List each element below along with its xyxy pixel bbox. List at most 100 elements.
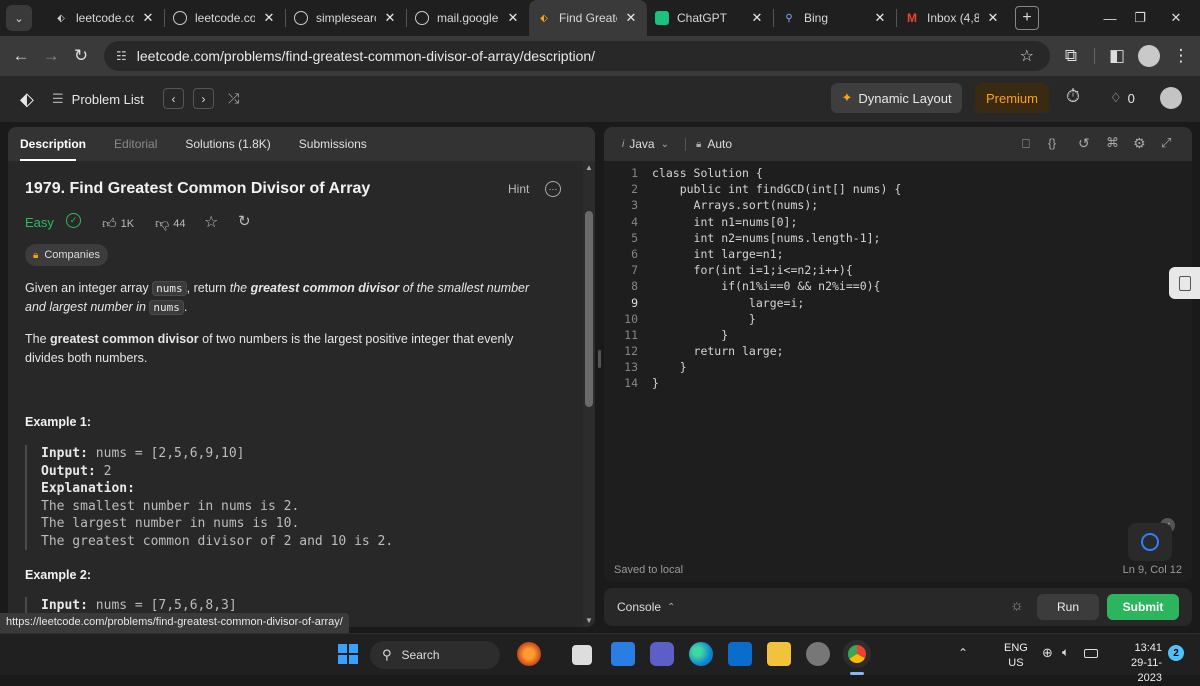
problem-list-button[interactable]: ☰ Problem List	[52, 91, 144, 107]
new-tab-button[interactable]: +	[1015, 6, 1039, 30]
volume-icon[interactable]: 🔈︎	[1062, 645, 1069, 660]
prev-problem-button[interactable]: ‹	[163, 88, 184, 109]
close-icon[interactable]: ✕	[505, 10, 521, 26]
user-avatar[interactable]	[1160, 87, 1182, 109]
back-arrow-icon[interactable]: ←	[6, 41, 36, 71]
clock[interactable]: 13:41 29-11-2023	[1108, 641, 1162, 686]
debug-bug-icon[interactable]: ☼	[1010, 597, 1024, 614]
reload-icon[interactable]: ↻	[66, 41, 96, 71]
companies-tag[interactable]: 🔒︎ Companies	[25, 244, 108, 266]
favorite-star-icon[interactable]: ☆	[204, 212, 218, 232]
bookmark-icon[interactable]: ⎕	[1022, 136, 1030, 152]
restore-icon[interactable]: ❐	[1122, 0, 1158, 36]
description-scrollbar[interactable]: ▲ ▼	[583, 161, 595, 627]
browser-tab-3[interactable]: simplesearch ✕	[286, 0, 406, 36]
code-line: 2 public int findGCD(int[] nums) {	[631, 182, 902, 197]
close-icon[interactable]: ✕	[382, 10, 398, 26]
code-line: 7 for(int i=1;i<=n2;i++){	[631, 263, 853, 278]
task-view-icon[interactable]	[572, 645, 592, 665]
network-globe-icon[interactable]: ⊕	[1042, 645, 1053, 661]
edge-browser-icon[interactable]	[689, 642, 713, 666]
tab-search-dropdown-icon[interactable]: ⌄	[6, 5, 32, 31]
scrollbar-thumb[interactable]	[585, 211, 593, 407]
profile-avatar[interactable]	[1138, 45, 1160, 67]
close-icon[interactable]: ✕	[749, 10, 765, 26]
feedback-chat-button[interactable]	[1128, 523, 1172, 561]
microsoft-store-icon[interactable]	[611, 642, 635, 666]
tab-description[interactable]: Description	[20, 137, 86, 151]
coins-counter[interactable]: ♢ 0	[1110, 90, 1135, 106]
mode-indicator[interactable]: 🔒︎ Auto	[696, 137, 732, 151]
mail-icon[interactable]	[728, 642, 752, 666]
battery-icon[interactable]	[1084, 649, 1098, 658]
tray-chevron-up-icon[interactable]: ⌃	[958, 646, 968, 660]
scroll-up-arrow-icon[interactable]: ▲	[585, 163, 593, 172]
window-close-icon[interactable]: ✕	[1158, 0, 1194, 36]
globe-icon	[415, 11, 429, 25]
chrome-browser-icon[interactable]	[843, 640, 871, 668]
browser-tab-2[interactable]: leetcode.com ✕	[165, 0, 285, 36]
side-panel-icon[interactable]: ◧	[1102, 41, 1132, 71]
premium-button[interactable]: Premium	[975, 83, 1049, 113]
forward-arrow-icon[interactable]: →	[36, 41, 66, 71]
dynamic-layout-button[interactable]: ✦ Dynamic Layout	[831, 83, 962, 113]
close-icon[interactable]: ✕	[872, 10, 888, 26]
chevron-up-icon: ⌃	[667, 601, 676, 613]
chatgpt-icon	[655, 11, 669, 25]
language-indicator[interactable]: ENG US	[1004, 641, 1028, 671]
dislike-button[interactable]: 👎︎ 44	[155, 215, 185, 232]
language-selector[interactable]: i Java ⌄	[622, 137, 669, 151]
reset-code-icon[interactable]: ↺	[1078, 135, 1090, 152]
saved-status: Saved to local	[614, 564, 684, 576]
like-button[interactable]: 👍︎ 1K	[102, 215, 134, 232]
site-info-icon[interactable]: ☷	[116, 49, 127, 63]
tab-submissions[interactable]: Submissions	[299, 137, 367, 151]
address-bar[interactable]: ☷ leetcode.com/problems/find-greatest-co…	[104, 41, 1050, 71]
tab-editorial[interactable]: Editorial	[114, 137, 157, 151]
format-code-icon[interactable]: {}	[1048, 136, 1056, 150]
browser-tab-4[interactable]: mail.google. ✕	[407, 0, 529, 36]
chat-icon	[1141, 533, 1159, 551]
run-button[interactable]: Run	[1037, 594, 1099, 620]
code-area[interactable]: 1 class Solution { 2 public int findGCD(i…	[604, 165, 1192, 392]
shuffle-icon[interactable]: ⤮	[228, 90, 239, 107]
bookmark-star-icon[interactable]: ☆	[1020, 46, 1034, 66]
browser-menu-icon[interactable]: ⋮	[1166, 41, 1196, 71]
inline-code: nums	[149, 300, 184, 315]
close-icon[interactable]: ✕	[623, 10, 639, 26]
flame-icon: ♢	[1110, 90, 1122, 105]
file-explorer-icon[interactable]	[767, 642, 791, 666]
settings-gear-icon[interactable]: ⚙	[1133, 135, 1146, 152]
next-problem-button[interactable]: ›	[193, 88, 214, 109]
expand-icon[interactable]: ⤢	[1161, 135, 1171, 151]
notes-side-button[interactable]	[1169, 267, 1200, 299]
tab-solutions[interactable]: Solutions (1.8K)	[185, 137, 270, 151]
extensions-icon[interactable]: ⧉	[1056, 41, 1086, 71]
widgets-icon[interactable]	[517, 642, 541, 666]
console-toggle[interactable]: Console ⌃	[617, 600, 675, 614]
hint-button[interactable]: Hint	[508, 182, 529, 196]
windows-taskbar: ⚲ Search ⌃ ENG US ⊕ 🔈︎ 13:41 29-11-2023 …	[0, 633, 1200, 684]
windows-start-icon[interactable]	[338, 644, 358, 664]
settings-gear-icon[interactable]	[806, 642, 830, 666]
scroll-down-arrow-icon[interactable]: ▼	[585, 616, 593, 625]
panel-resize-handle[interactable]	[598, 350, 601, 368]
close-icon[interactable]: ✕	[261, 10, 277, 26]
browser-tab-6[interactable]: ChatGPT ✕	[647, 0, 773, 36]
browser-tab-5-active[interactable]: ⬖ Find Greates ✕	[529, 0, 647, 36]
timer-icon[interactable]: ⏱	[1066, 86, 1080, 107]
notification-badge[interactable]: 2	[1168, 645, 1184, 661]
submit-button[interactable]: Submit	[1107, 594, 1179, 620]
close-icon[interactable]: ✕	[140, 10, 156, 26]
taskbar-search-box[interactable]: ⚲ Search	[370, 641, 500, 669]
browser-tab-8[interactable]: M Inbox (4,882 ✕	[897, 0, 1009, 36]
share-icon[interactable]: ↻	[238, 212, 251, 230]
leetcode-logo-icon[interactable]: ⬖	[20, 89, 34, 110]
browser-tab-7[interactable]: ⚲ Bing ✕	[774, 0, 896, 36]
video-meet-icon[interactable]	[650, 642, 674, 666]
browser-tab-1[interactable]: ⬖ leetcode.com ✕	[46, 0, 164, 36]
globe-icon	[294, 11, 308, 25]
close-icon[interactable]: ✕	[985, 10, 1001, 26]
shortcuts-icon[interactable]: ⌘	[1106, 135, 1119, 151]
more-options-icon[interactable]: ···	[545, 181, 561, 197]
